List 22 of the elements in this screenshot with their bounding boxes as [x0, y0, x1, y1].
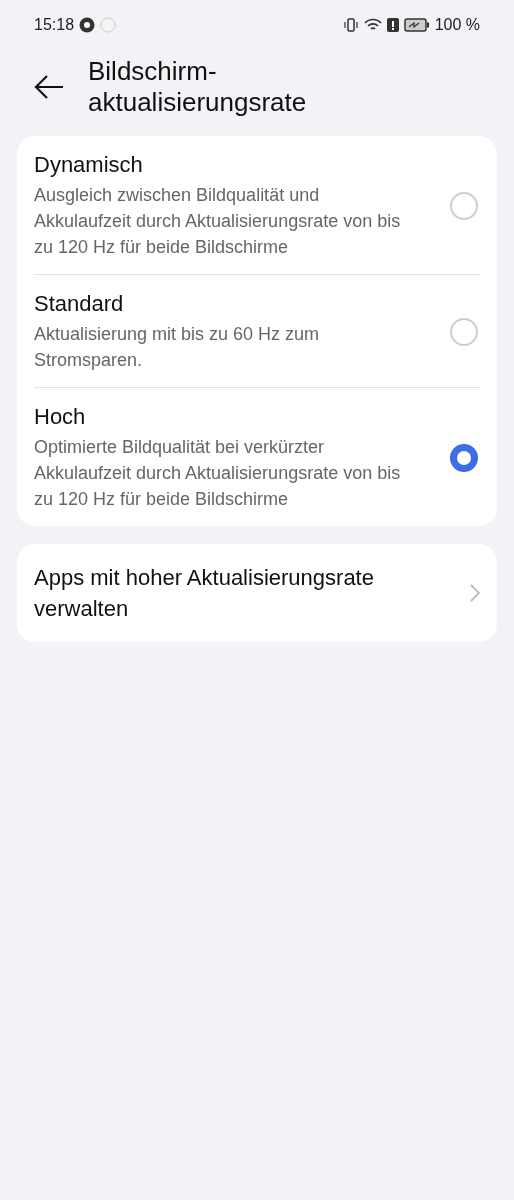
radio-button[interactable]: [450, 444, 478, 472]
refresh-rate-option[interactable]: Dynamisch Ausgleich zwischen Bildqualität und Akkulaufzeit durch Aktualisierungsrate von bis zu 120 Hz für beide Bildschirme: [34, 136, 480, 274]
battery-icon: [403, 18, 430, 32]
battery-percentage: 100 %: [434, 16, 480, 34]
back-arrow-icon: [34, 75, 64, 99]
manage-apps-item[interactable]: Apps mit hoher Aktualisierungsrate verwalten: [34, 544, 480, 642]
vibrate-icon: [342, 17, 359, 33]
refresh-rate-option[interactable]: Hoch Optimierte Bildqualität bei verkürzter Akkulaufzeit durch Aktualisierungsrate von bis zu 120 Hz für beide Bildschirme: [34, 387, 480, 526]
back-button[interactable]: [34, 75, 64, 99]
page-title: Bildschirm- aktualisierungsrate: [88, 56, 307, 118]
refresh-rate-option[interactable]: Standard Aktualisierung mit bis zu 60 Hz zum Stromsparen.: [34, 274, 480, 387]
option-title: Standard: [34, 291, 125, 317]
sim-alert-icon: [386, 17, 399, 33]
wifi-icon: [363, 17, 382, 33]
option-title: Dynamisch: [34, 152, 144, 178]
chevron-right-icon: [470, 584, 480, 602]
option-description: Aktualisierung mit bis zu 60 Hz zum Stromsparen.: [34, 323, 321, 372]
clock: 15:18: [34, 16, 75, 34]
option-title: Hoch: [34, 404, 87, 430]
option-description: Optimierte Bildqualität bei verkürzter Akkulaufzeit durch Aktualisierungsrate von bis zu 120 Hz für beide Bildschirme: [34, 436, 402, 511]
location-icon: [79, 17, 96, 33]
option-description: Ausgleich zwischen Bildqualität und Akkulaufzeit durch Aktualisierungsrate von bis zu 120 Hz für beide Bildschirme: [34, 184, 402, 259]
